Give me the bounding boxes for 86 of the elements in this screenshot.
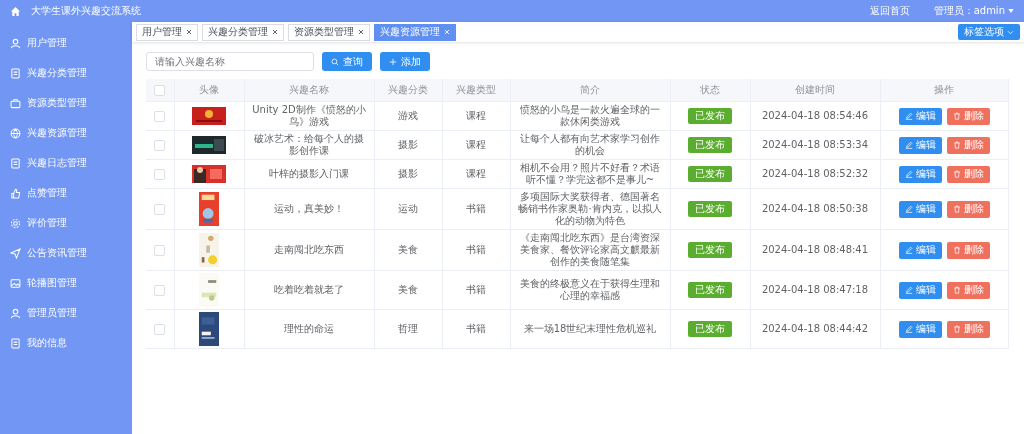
table-cell: 美食 [398, 284, 418, 295]
sidebar-item[interactable]: 兴趣日志管理 [0, 148, 132, 178]
table-cell: 2024-04-18 08:54:46 [761, 110, 869, 121]
column-header: 操作 [934, 84, 954, 95]
edit-button[interactable]: 编辑 [898, 136, 942, 154]
home-link[interactable]: 返回首页 [869, 4, 910, 18]
add-button[interactable]: 添加 [380, 52, 430, 71]
search-field[interactable]: 请输入兴趣名称 [146, 52, 314, 71]
edit-button[interactable]: 编辑 [898, 165, 942, 183]
table-cell: 哲理 [398, 323, 418, 334]
table-cell: 2024-04-18 08:48:41 [761, 244, 869, 255]
delete-button[interactable]: 删除 [946, 241, 990, 259]
status-tag: 已发布 [688, 166, 732, 182]
tab[interactable]: 兴趣资源管理 [374, 23, 456, 41]
tag-options-button[interactable]: 标签选项 [958, 24, 1020, 40]
app-title: 大学生课外兴趣交流系统 [31, 4, 141, 18]
edit-button[interactable]: 编辑 [898, 107, 942, 125]
tab[interactable]: 兴趣分类管理 [202, 23, 284, 41]
table-cell: 理性的命运 [284, 323, 334, 334]
status-tag: 已发布 [688, 201, 732, 217]
sidebar-item[interactable]: 公告资讯管理 [0, 238, 132, 268]
table-cell: 2024-04-18 08:52:32 [761, 168, 869, 179]
table-cell: 让每个人都有向艺术家学习创作的机会 [520, 133, 660, 156]
edit-button[interactable]: 编辑 [898, 200, 942, 218]
sidebar-item[interactable]: 兴趣资源管理 [0, 118, 132, 148]
search-button[interactable]: 查询 [322, 52, 372, 71]
edit-button[interactable]: 编辑 [898, 241, 942, 259]
table-cell: 相机不会用？照片不好看？术语听不懂？学完这都不是事儿~ [520, 162, 660, 185]
delete-button[interactable]: 删除 [946, 165, 990, 183]
user-menu[interactable]: 管理员：admin [933, 4, 1014, 18]
sidebar-item[interactable]: 评价管理 [0, 208, 132, 238]
sidebar-item[interactable]: 资源类型管理 [0, 88, 132, 118]
table-cell: 吃着吃着就老了 [274, 284, 344, 295]
delete-button[interactable]: 删除 [946, 320, 990, 338]
table-cell: 书籍 [466, 244, 486, 255]
sidebar-item[interactable]: 点赞管理 [0, 178, 132, 208]
table-cell: 书籍 [466, 284, 486, 295]
column-header: 头像 [199, 84, 219, 95]
tab[interactable]: 资源类型管理 [288, 23, 370, 41]
sidebar-item[interactable]: 管理员管理 [0, 298, 132, 328]
sidebar-item[interactable]: 轮播图管理 [0, 268, 132, 298]
table-cell: 课程 [466, 110, 486, 121]
table-cell: 运动，真美妙！ [274, 203, 344, 214]
delete-button[interactable]: 删除 [946, 200, 990, 218]
table-cell: 愤怒的小鸟是一款火遍全球的一款休闲类游戏 [520, 104, 660, 127]
table-cell: 多项国际大奖获得者、德国著名畅销书作家奥勒·肯内克，以拟人化的动物为特色 [518, 191, 662, 226]
column-header: 状态 [700, 84, 720, 95]
edit-button[interactable]: 编辑 [898, 320, 942, 338]
status-tag: 已发布 [688, 242, 732, 258]
table-cell: 2024-04-18 08:44:42 [761, 323, 869, 334]
table-cell: 课程 [466, 139, 486, 150]
column-header: 创建时间 [795, 84, 835, 95]
sidebar-item[interactable]: 我的信息 [0, 328, 132, 358]
table-cell: 课程 [466, 168, 486, 179]
delete-button[interactable]: 删除 [946, 281, 990, 299]
table-cell: 走南闯北吃东西 [274, 244, 344, 255]
status-tag: 已发布 [688, 137, 732, 153]
column-header: 兴趣类型 [456, 84, 496, 95]
table-cell: 《走南闯北吃东西》是台湾资深美食家、餐饮评论家高文麒最新创作的美食随笔集 [520, 232, 660, 267]
table-cell: 美食的终极意义在于获得生理和心理的幸福感 [520, 278, 660, 301]
table-cell: 游戏 [398, 110, 418, 121]
table-cell: 破冰艺术：给每个人的摄影创作课 [254, 133, 364, 156]
table-cell: 2024-04-18 08:53:34 [761, 139, 869, 150]
column-header: 简介 [580, 84, 600, 95]
table-cell: 来一场18世纪末理性危机巡礼 [523, 323, 657, 334]
table-cell: Unity 2D制作《愤怒的小鸟》游戏 [252, 104, 366, 127]
table-cell: 2024-04-18 08:50:38 [761, 203, 869, 214]
table-cell: 运动 [398, 203, 418, 214]
table-cell: 书籍 [466, 323, 486, 334]
column-header: 兴趣分类 [388, 84, 428, 95]
status-tag: 已发布 [688, 321, 732, 337]
sidebar-item[interactable]: 兴趣分类管理 [0, 58, 132, 88]
sidebar-item[interactable]: 用户管理 [0, 28, 132, 58]
table-cell: 书籍 [466, 203, 486, 214]
column-header: 兴趣名称 [289, 84, 329, 95]
table-cell: 摄影 [398, 168, 418, 179]
delete-button[interactable]: 删除 [946, 136, 990, 154]
edit-button[interactable]: 编辑 [898, 281, 942, 299]
table-cell: 2024-04-18 08:47:18 [761, 284, 869, 295]
table-cell: 美食 [398, 244, 418, 255]
table-cell: 摄影 [398, 139, 418, 150]
delete-button[interactable]: 删除 [946, 107, 990, 125]
status-tag: 已发布 [688, 108, 732, 124]
status-tag: 已发布 [688, 282, 732, 298]
table-cell: 叶梓的摄影入门课 [269, 168, 349, 179]
tab[interactable]: 用户管理 [136, 23, 198, 41]
